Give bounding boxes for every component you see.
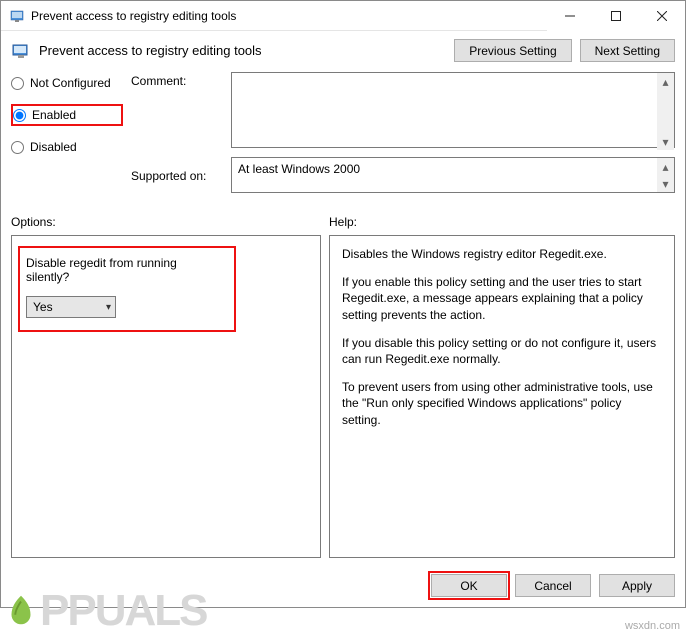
help-paragraph: To prevent users from using other admini…	[342, 379, 662, 428]
help-panel: Disables the Windows registry editor Reg…	[329, 235, 675, 558]
comment-label: Comment:	[131, 72, 231, 88]
policy-editor-window: Prevent access to registry editing tools…	[0, 0, 686, 608]
help-paragraph: If you enable this policy setting and th…	[342, 274, 662, 323]
option-combo-value: Yes	[33, 300, 53, 314]
state-radio-group: Not Configured Enabled Disabled	[11, 72, 131, 156]
comment-textarea[interactable]	[231, 72, 675, 148]
policy-header-icon	[11, 41, 31, 61]
cancel-button[interactable]: Cancel	[515, 574, 591, 597]
radio-enabled[interactable]: Enabled	[11, 104, 123, 126]
comment-scrollbar[interactable]: ▴ ▾	[657, 73, 674, 150]
previous-setting-button[interactable]: Previous Setting	[454, 39, 571, 62]
next-setting-button[interactable]: Next Setting	[580, 39, 675, 62]
apply-button[interactable]: Apply	[599, 574, 675, 597]
options-panel: Disable regedit from running silently? Y…	[11, 235, 321, 558]
titlebar: Prevent access to registry editing tools	[1, 1, 685, 31]
radio-not-configured-input[interactable]	[11, 77, 24, 90]
options-highlight: Disable regedit from running silently? Y…	[18, 246, 236, 332]
radio-not-configured[interactable]: Not Configured	[11, 74, 131, 92]
radio-disabled-label: Disabled	[30, 140, 77, 154]
radio-enabled-label: Enabled	[32, 108, 76, 122]
config-area: Not Configured Enabled Disabled Comment:…	[1, 72, 685, 205]
header-title: Prevent access to registry editing tools	[39, 43, 446, 58]
supported-scrollbar[interactable]: ▴ ▾	[657, 158, 674, 192]
radio-disabled[interactable]: Disabled	[11, 138, 131, 156]
panels-row: Disable regedit from running silently? Y…	[1, 235, 685, 566]
supported-on-label: Supported on:	[131, 167, 231, 183]
header-row: Prevent access to registry editing tools…	[1, 31, 685, 72]
help-paragraph: Disables the Windows registry editor Reg…	[342, 246, 662, 262]
window-title: Prevent access to registry editing tools	[31, 9, 547, 23]
section-labels: Options: Help:	[1, 205, 685, 235]
policy-icon	[9, 8, 25, 24]
radio-disabled-input[interactable]	[11, 141, 24, 154]
scroll-up-icon: ▴	[657, 73, 674, 90]
radio-enabled-input[interactable]	[13, 109, 26, 122]
radio-not-configured-label: Not Configured	[30, 76, 111, 90]
scroll-down-icon: ▾	[657, 133, 674, 150]
help-label: Help:	[329, 215, 357, 229]
minimize-button[interactable]	[547, 1, 593, 31]
scroll-down-icon: ▾	[657, 175, 674, 192]
scroll-up-icon: ▴	[657, 158, 674, 175]
chevron-down-icon: ▾	[106, 302, 111, 313]
close-button[interactable]	[639, 1, 685, 31]
options-label: Options:	[11, 215, 329, 229]
footer-buttons: OK Cancel Apply	[1, 566, 685, 607]
source-watermark: wsxdn.com	[625, 620, 680, 632]
ok-button[interactable]: OK	[431, 574, 507, 597]
option-combo[interactable]: Yes ▾	[26, 296, 116, 318]
supported-on-value: At least Windows 2000	[231, 157, 675, 193]
help-paragraph: If you disable this policy setting or do…	[342, 335, 662, 367]
maximize-button[interactable]	[593, 1, 639, 31]
option-question: Disable regedit from running silently?	[26, 256, 218, 284]
